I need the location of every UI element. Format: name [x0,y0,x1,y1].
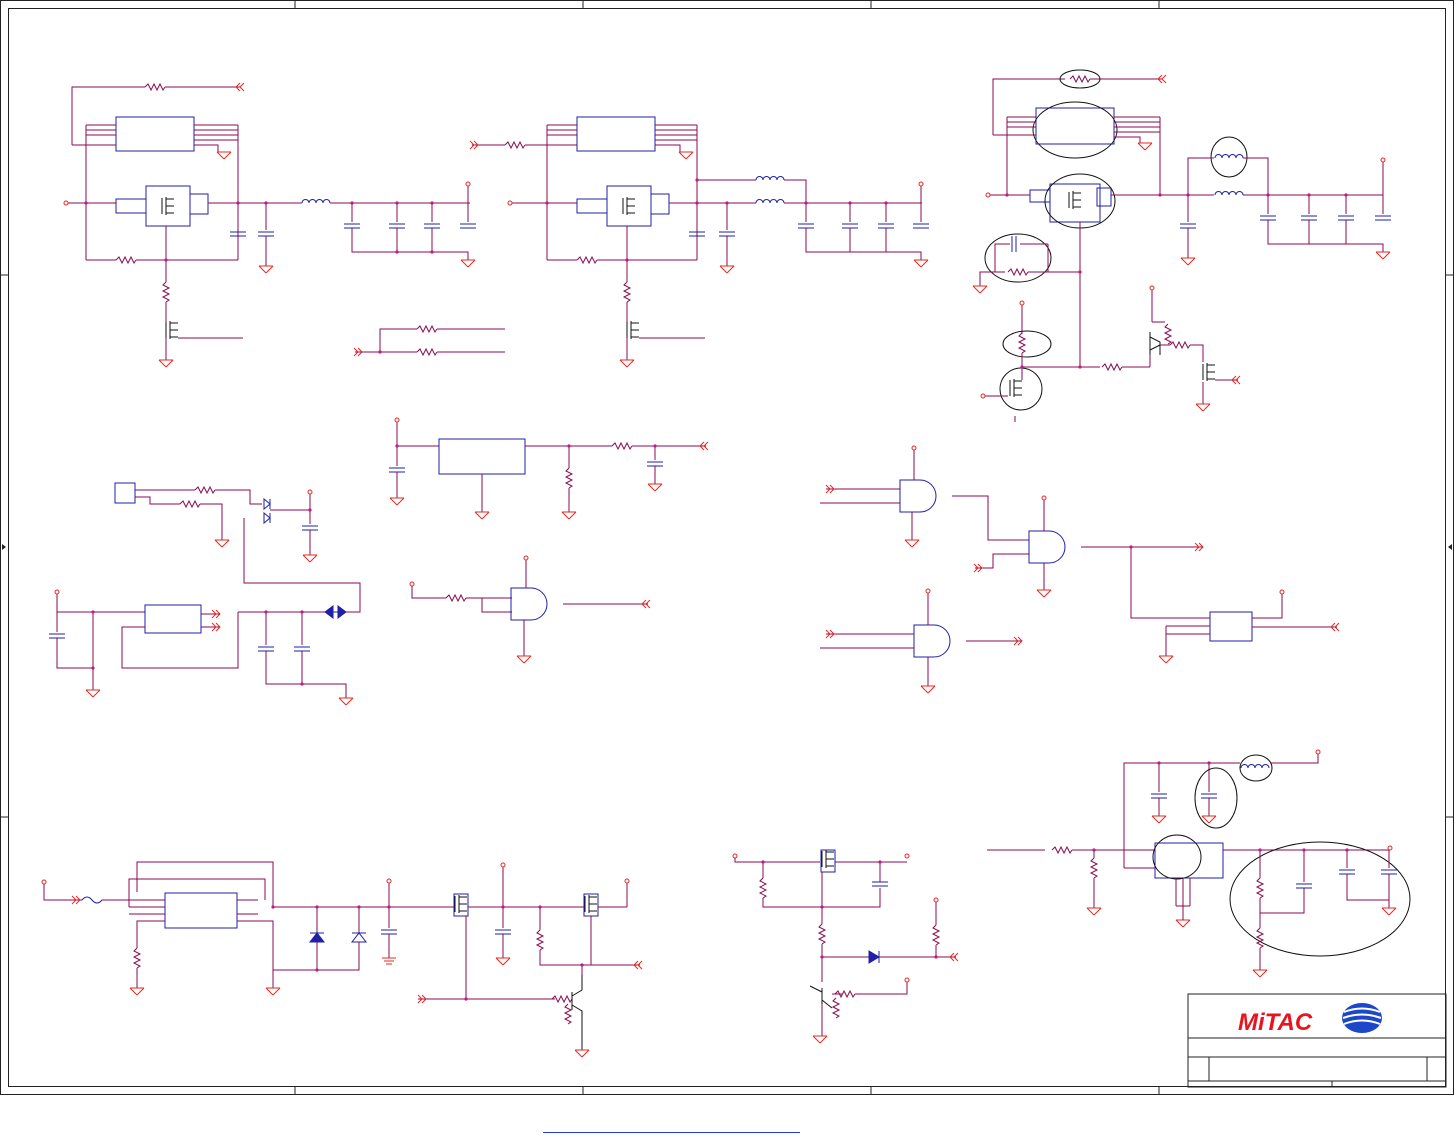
and-gate-1 [409,555,651,664]
pwm-controller-ic [115,116,195,152]
input-protection-block [41,861,455,996]
company-logo: MiTAC [1238,1009,1313,1036]
buck-regulator-1 [63,82,477,368]
switch-with-diode-block [732,849,959,1044]
connector-and-diode-block [114,482,361,613]
fuse-icon [81,896,103,904]
title-block: MiTAC [1187,993,1447,1088]
and-gate-icon [510,587,548,621]
load-switch-block [417,862,643,1058]
series-resistor-pair [353,325,505,357]
buck-regulator-3 [972,69,1392,422]
zener-diode-icon [308,932,326,943]
ldo-regulator [388,417,709,520]
and-gate-cluster [820,445,1340,694]
diode-icon [868,950,880,964]
footer-link-underline[interactable] [543,1132,800,1133]
buck-regulator-2 [469,116,930,368]
schematic-sheet: MiTAC [0,0,1454,1095]
output-regulator-block [987,749,1411,978]
globe-logo-icon [1342,1003,1382,1033]
sheet-frame [0,0,1454,1095]
inductor-icon [301,199,331,204]
small-regulator-block [48,589,354,706]
